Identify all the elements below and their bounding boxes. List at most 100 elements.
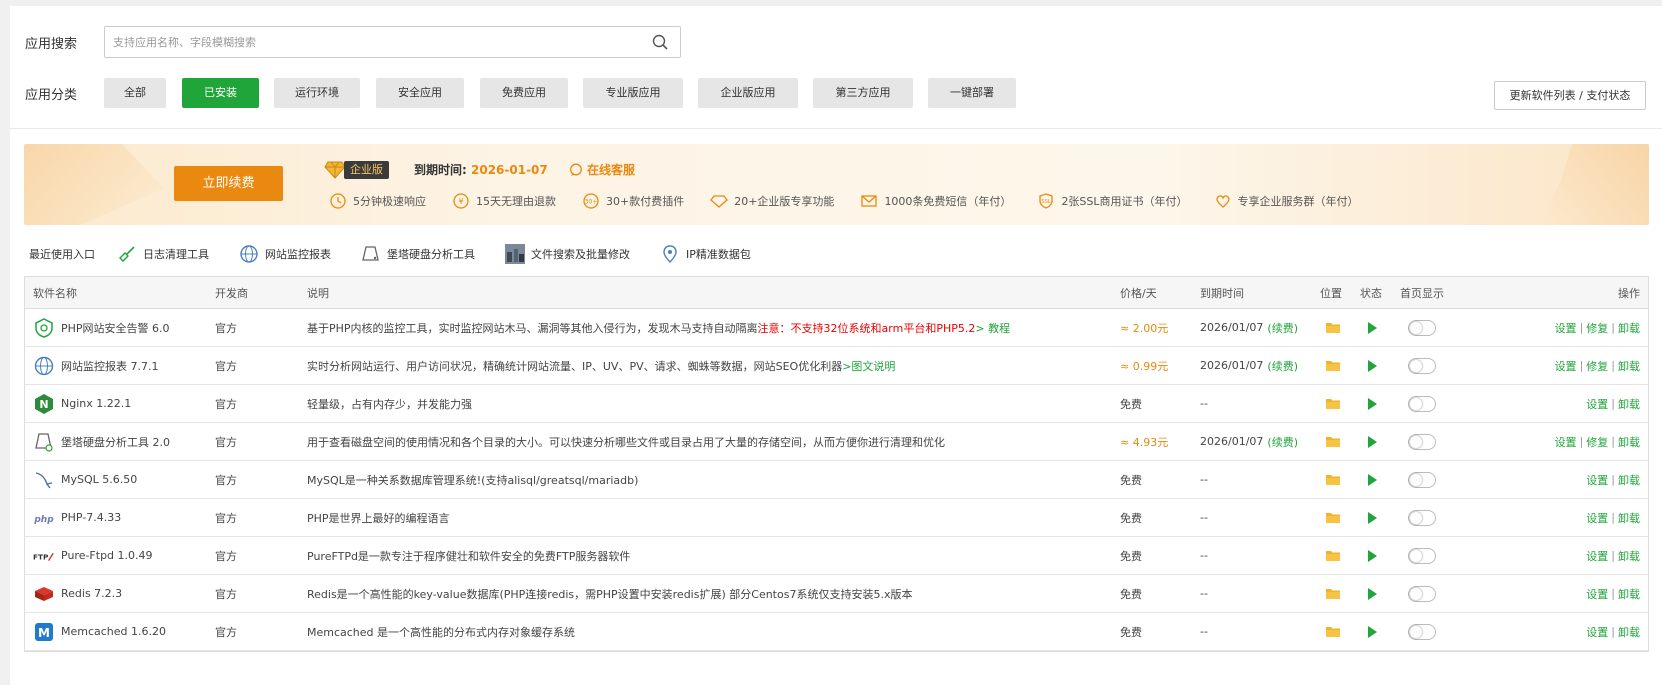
category-pro[interactable]: 专业版应用	[583, 78, 683, 108]
renew-link[interactable]: (续费)	[1267, 358, 1298, 374]
play-icon	[1368, 473, 1377, 486]
category-enterprise[interactable]: 企业版应用	[698, 78, 798, 108]
op-2[interactable]: 卸载	[1618, 358, 1640, 374]
recent-item-site-monitor[interactable]: 网站监控报表	[239, 244, 331, 264]
diamond-icon	[324, 161, 346, 179]
op-0[interactable]: 设置	[1586, 624, 1608, 640]
home-display-toggle[interactable]	[1408, 547, 1436, 564]
op-0[interactable]: 设置	[1586, 396, 1608, 412]
op-0[interactable]: 设置	[1586, 586, 1608, 602]
category-third-party[interactable]: 第三方应用	[813, 78, 913, 108]
folder-icon[interactable]	[1326, 322, 1340, 333]
op-1[interactable]: 修复	[1586, 434, 1608, 450]
renew-now-button[interactable]: 立即续费	[174, 166, 283, 201]
folder-icon[interactable]	[1326, 512, 1340, 523]
update-list-button[interactable]: 更新软件列表 / 支付状态	[1494, 81, 1646, 110]
home-display-toggle[interactable]	[1408, 319, 1436, 336]
folder-icon[interactable]	[1326, 436, 1340, 447]
recent-item-ip-data[interactable]: IP精准数据包	[660, 244, 751, 264]
op-0[interactable]: 设置	[1555, 434, 1577, 450]
file-search-thumbnail-icon	[505, 244, 525, 264]
op-2[interactable]: 卸载	[1618, 434, 1640, 450]
home-display-toggle[interactable]	[1408, 433, 1436, 450]
home-display-cell	[1400, 309, 1436, 346]
description-link[interactable]: >图文说明	[842, 358, 895, 374]
op-1[interactable]: 卸载	[1618, 396, 1640, 412]
app-name-cell[interactable]: 网站监控报表 7.7.1	[33, 347, 159, 384]
home-display-toggle[interactable]	[1408, 471, 1436, 488]
home-display-toggle[interactable]	[1408, 623, 1436, 640]
op-1[interactable]: 修复	[1586, 358, 1608, 374]
op-0[interactable]: 设置	[1586, 510, 1608, 526]
description-text: Memcached 是一个高性能的分布式内存对象缓存系统	[307, 625, 576, 639]
op-2[interactable]: 卸载	[1618, 320, 1640, 336]
search-icon[interactable]	[652, 34, 668, 50]
software-table: 软件名称 开发商 说明 价格/天 到期时间 位置 状态 首页显示 操作 PHP网…	[24, 276, 1649, 652]
location-cell	[1320, 385, 1340, 422]
app-name-cell[interactable]: M Memcached 1.6.20	[33, 613, 166, 650]
renew-link[interactable]: (续费)	[1267, 434, 1298, 450]
app-name-cell[interactable]: php PHP-7.4.33	[33, 499, 121, 536]
renew-link[interactable]: (续费)	[1267, 320, 1298, 336]
expire: --	[1200, 461, 1208, 498]
enterprise-tag: 企业版	[344, 161, 389, 179]
op-0[interactable]: 设置	[1586, 472, 1608, 488]
category-all[interactable]: 全部	[104, 78, 166, 108]
online-service-link[interactable]: 在线客服	[569, 161, 635, 178]
home-display-toggle[interactable]	[1408, 357, 1436, 374]
svg-text:N: N	[39, 398, 48, 411]
location-pin-icon	[663, 245, 677, 263]
home-display-toggle[interactable]	[1408, 585, 1436, 602]
op-1[interactable]: 修复	[1586, 320, 1608, 336]
folder-icon[interactable]	[1326, 588, 1340, 599]
status-cell	[1360, 309, 1377, 346]
status-cell	[1360, 537, 1377, 574]
category-installed[interactable]: 已安装	[182, 78, 259, 108]
op-1[interactable]: 卸载	[1618, 548, 1640, 564]
app-name-cell[interactable]: MySQL 5.6.50	[33, 461, 137, 498]
op-1[interactable]: 卸载	[1618, 472, 1640, 488]
price: 免费	[1120, 511, 1142, 525]
app-name-cell[interactable]: Redis 7.2.3	[33, 575, 122, 612]
table-row: M Memcached 1.6.20 官方 Memcached 是一个高性能的分布式内…	[25, 613, 1648, 651]
expire-label: 到期时间:	[414, 163, 467, 177]
folder-icon[interactable]	[1326, 360, 1340, 371]
app-name-cell[interactable]: PHP网站安全告警 6.0	[33, 309, 170, 346]
app-name-cell[interactable]: 堡塔硬盘分析工具 2.0	[33, 423, 170, 460]
op-0[interactable]: 设置	[1555, 358, 1577, 374]
op-1[interactable]: 卸载	[1618, 510, 1640, 526]
op-0[interactable]: 设置	[1586, 548, 1608, 564]
op-1[interactable]: 卸载	[1618, 586, 1640, 602]
op-1[interactable]: 卸载	[1618, 624, 1640, 640]
recent-item-file-search[interactable]: 文件搜索及批量修改	[505, 244, 630, 264]
folder-icon[interactable]	[1326, 474, 1340, 485]
op-0[interactable]: 设置	[1555, 320, 1577, 336]
enterprise-banner: 立即续费 企业版 到期时间: 2026-01-07 在线客服 5分钟极速响应 ¥…	[24, 144, 1649, 225]
recent-item-log-cleaner[interactable]: 日志清理工具	[117, 244, 209, 264]
description-link[interactable]: > 教程	[975, 320, 1010, 336]
operations: 设置 | 修复 | 卸载	[1555, 423, 1640, 460]
folder-icon[interactable]	[1326, 398, 1340, 409]
category-free[interactable]: 免费应用	[480, 78, 568, 108]
category-one-click[interactable]: 一键部署	[928, 78, 1016, 108]
developer: 官方	[215, 625, 237, 639]
expire-date: --	[1200, 587, 1208, 600]
category-runtime[interactable]: 运行环境	[274, 78, 360, 108]
app-name-cell[interactable]: N Nginx 1.22.1	[33, 385, 131, 422]
folder-icon[interactable]	[1326, 626, 1340, 637]
home-display-toggle[interactable]	[1408, 395, 1436, 412]
ops-separator: |	[1611, 587, 1615, 600]
app-name: PHP-7.4.33	[61, 511, 122, 524]
home-display-toggle[interactable]	[1408, 509, 1436, 526]
app-name-cell[interactable]: FTP Pure-Ftpd 1.0.49	[33, 537, 153, 574]
category-security[interactable]: 安全应用	[376, 78, 464, 108]
search-input[interactable]	[105, 27, 625, 57]
folder-icon[interactable]	[1326, 550, 1340, 561]
location-cell	[1320, 347, 1340, 384]
play-icon	[1368, 625, 1377, 638]
description: Memcached 是一个高性能的分布式内存对象缓存系统	[307, 613, 575, 650]
header-name[interactable]: 软件名称	[33, 277, 77, 308]
price: 免费	[1120, 549, 1142, 563]
recent-item-disk-analysis[interactable]: 堡塔硬盘分析工具	[361, 244, 475, 264]
perk-item: 专享企业服务群（年付）	[1214, 192, 1359, 210]
